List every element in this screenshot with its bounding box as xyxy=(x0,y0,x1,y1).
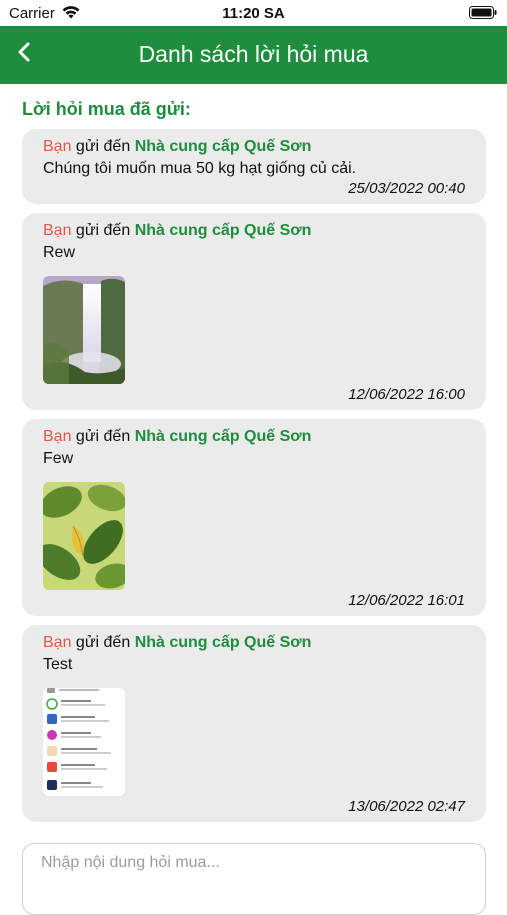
waterfall-photo[interactable] xyxy=(43,276,125,384)
clock: 11:20 SA xyxy=(222,5,285,22)
inquiry-message: Test xyxy=(43,656,73,673)
sender-label: Bạn xyxy=(43,428,72,445)
supplier-link[interactable]: Nhà cung cấp Quế Sơn xyxy=(135,222,312,239)
sender-label: Bạn xyxy=(43,634,72,651)
verb-label: gửi đến xyxy=(75,428,131,445)
status-bar: Carrier 11:20 SA xyxy=(0,0,507,26)
inquiry-header: Bạn gửi đến Nhà cung cấp Quế Sơn xyxy=(43,634,311,652)
inquiry-card[interactable]: Bạn gửi đến Nhà cung cấp Quế Sơn Few 12/… xyxy=(22,419,486,616)
inquiry-card[interactable]: Bạn gửi đến Nhà cung cấp Quế Sơn Test 13… xyxy=(22,625,486,822)
inquiry-input[interactable] xyxy=(39,853,463,873)
supplier-link[interactable]: Nhà cung cấp Quế Sơn xyxy=(135,428,312,445)
leaf-photo[interactable] xyxy=(43,482,125,590)
inquiry-card[interactable]: Bạn gửi đến Nhà cung cấp Quế Sơn Rew 12/… xyxy=(22,213,486,410)
supplier-link[interactable]: Nhà cung cấp Quế Sơn xyxy=(135,634,312,651)
inquiry-message: Few xyxy=(43,450,74,467)
verb-label: gửi đến xyxy=(75,222,131,239)
inquiry-timestamp: 12/06/2022 16:00 xyxy=(348,386,465,403)
sender-label: Bạn xyxy=(43,138,72,155)
supplier-link[interactable]: Nhà cung cấp Quế Sơn xyxy=(135,138,312,155)
inquiry-timestamp: 13/06/2022 02:47 xyxy=(348,798,465,815)
verb-label: gửi đến xyxy=(75,634,131,651)
inquiry-header: Bạn gửi đến Nhà cung cấp Quế Sơn xyxy=(43,222,311,240)
inquiry-timestamp: 12/06/2022 16:01 xyxy=(348,592,465,609)
sender-label: Bạn xyxy=(43,222,72,239)
page-title: Danh sách lời hỏi mua xyxy=(138,41,369,67)
inquiry-timestamp: 25/03/2022 00:40 xyxy=(348,180,465,197)
inquiry-header: Bạn gửi đến Nhà cung cấp Quế Sơn xyxy=(43,428,311,446)
inquiry-card[interactable]: Bạn gửi đến Nhà cung cấp Quế Sơn Chúng t… xyxy=(22,129,486,204)
inquiry-header: Bạn gửi đến Nhà cung cấp Quế Sơn xyxy=(43,138,311,156)
app-list-screenshot[interactable] xyxy=(43,688,125,796)
verb-label: gửi đến xyxy=(75,138,131,155)
battery-icon xyxy=(469,6,497,19)
inquiry-composer[interactable] xyxy=(22,843,486,915)
section-title: Lời hỏi mua đã gửi: xyxy=(22,99,191,119)
inquiry-message: Chúng tôi muốn mua 50 kg hạt giống củ cả… xyxy=(43,160,357,177)
inquiry-message: Rew xyxy=(43,244,76,261)
nav-bar: Danh sách lời hỏi mua xyxy=(0,26,507,84)
